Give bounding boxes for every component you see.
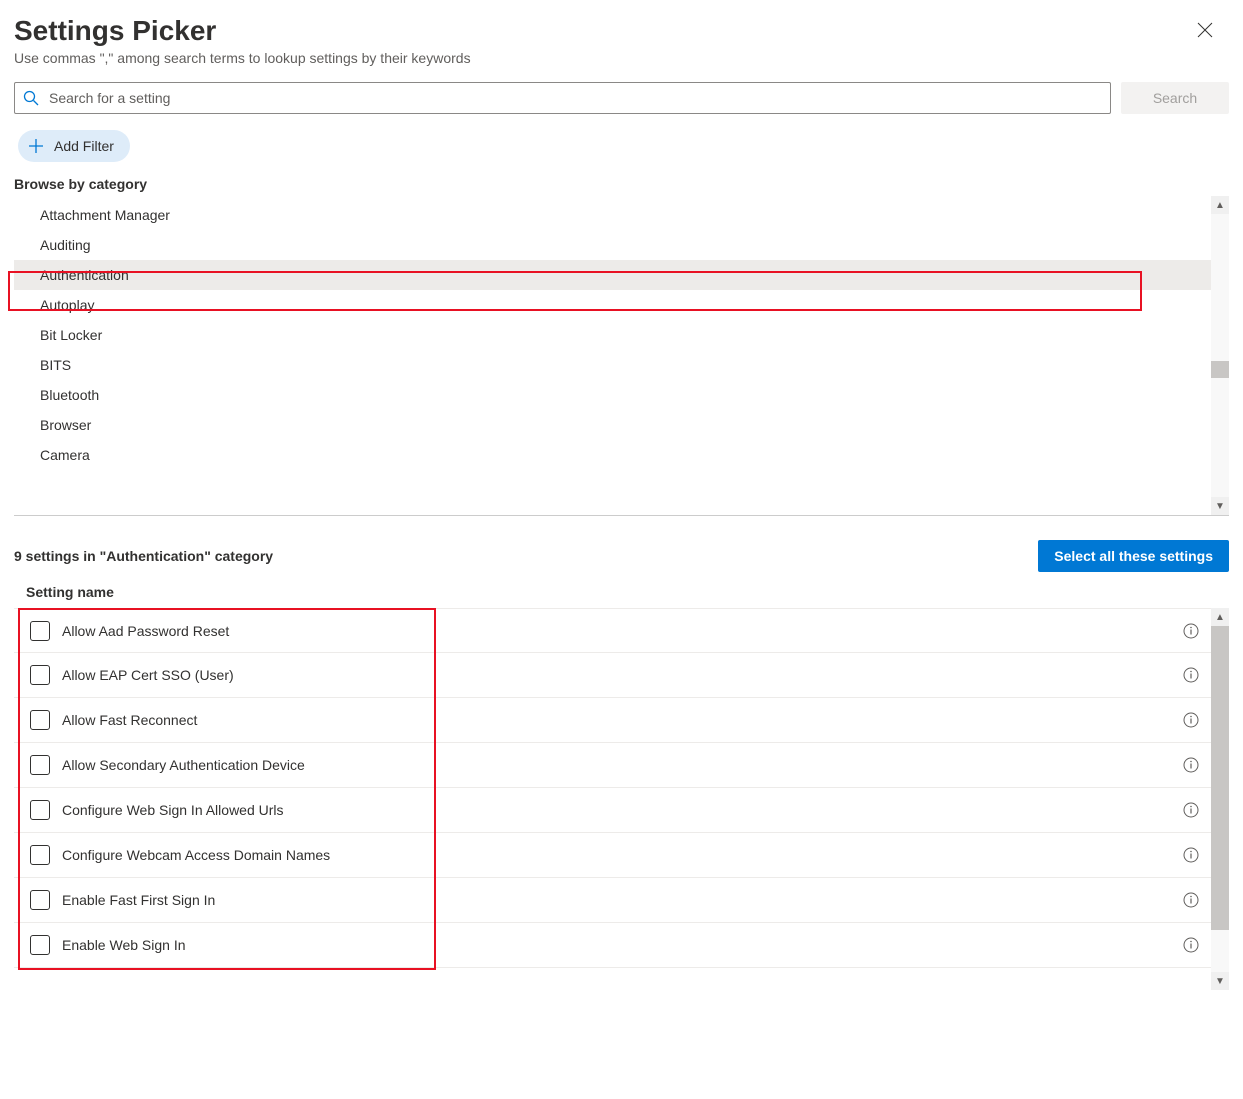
- close-icon[interactable]: [1197, 22, 1213, 38]
- setting-label: Allow EAP Cert SSO (User): [62, 667, 1183, 683]
- scroll-thumb[interactable]: [1211, 361, 1229, 378]
- info-icon[interactable]: [1183, 847, 1199, 863]
- info-icon[interactable]: [1183, 667, 1199, 683]
- search-icon: [23, 90, 39, 106]
- info-icon[interactable]: [1183, 623, 1199, 639]
- search-box[interactable]: [14, 82, 1111, 114]
- scroll-down-arrow-icon[interactable]: ▼: [1211, 972, 1229, 990]
- setting-row[interactable]: Allow Fast Reconnect: [14, 698, 1211, 743]
- settings-scrollbar[interactable]: ▲ ▼: [1211, 608, 1229, 990]
- scroll-track[interactable]: [1211, 214, 1229, 497]
- add-filter-button[interactable]: Add Filter: [18, 130, 130, 162]
- setting-checkbox[interactable]: [30, 665, 50, 685]
- scroll-track[interactable]: [1211, 626, 1229, 972]
- info-icon[interactable]: [1183, 757, 1199, 773]
- category-item[interactable]: Attachment Manager: [14, 200, 1211, 230]
- setting-label: Enable Web Sign In: [62, 937, 1183, 953]
- setting-name-column-header: Setting name: [14, 584, 1229, 600]
- setting-checkbox[interactable]: [30, 890, 50, 910]
- browse-by-category-label: Browse by category: [14, 176, 1229, 192]
- setting-checkbox[interactable]: [30, 935, 50, 955]
- setting-checkbox[interactable]: [30, 755, 50, 775]
- info-icon[interactable]: [1183, 802, 1199, 818]
- select-all-button[interactable]: Select all these settings: [1038, 540, 1229, 572]
- setting-label: Enable Fast First Sign In: [62, 892, 1183, 908]
- info-icon[interactable]: [1183, 937, 1199, 953]
- category-item[interactable]: Autoplay: [14, 290, 1211, 320]
- scroll-down-arrow-icon[interactable]: ▼: [1211, 497, 1229, 515]
- category-item[interactable]: Authentication: [14, 260, 1211, 290]
- setting-row[interactable]: Enable Fast First Sign In: [14, 878, 1211, 923]
- setting-checkbox[interactable]: [30, 621, 50, 641]
- scroll-up-arrow-icon[interactable]: ▲: [1211, 196, 1229, 214]
- category-item[interactable]: Auditing: [14, 230, 1211, 260]
- page-subtitle: Use commas "," among search terms to loo…: [14, 50, 1229, 66]
- category-item[interactable]: Camera: [14, 440, 1211, 470]
- setting-label: Configure Webcam Access Domain Names: [62, 847, 1183, 863]
- category-item[interactable]: Bluetooth: [14, 380, 1211, 410]
- setting-checkbox[interactable]: [30, 845, 50, 865]
- setting-row[interactable]: Allow EAP Cert SSO (User): [14, 653, 1211, 698]
- results-count-label: 9 settings in "Authentication" category: [14, 548, 273, 564]
- category-item[interactable]: Bit Locker: [14, 320, 1211, 350]
- plus-icon: [28, 138, 44, 154]
- scroll-thumb[interactable]: [1211, 626, 1229, 930]
- setting-row[interactable]: Configure Webcam Access Domain Names: [14, 833, 1211, 878]
- category-item[interactable]: BITS: [14, 350, 1211, 380]
- category-list: Attachment ManagerAuditingAuthentication…: [14, 196, 1211, 515]
- category-scrollbar[interactable]: ▲ ▼: [1211, 196, 1229, 515]
- setting-label: Configure Web Sign In Allowed Urls: [62, 802, 1183, 818]
- setting-label: Allow Aad Password Reset: [62, 623, 1183, 639]
- search-button[interactable]: Search: [1121, 82, 1229, 114]
- setting-row[interactable]: Allow Secondary Authentication Device: [14, 743, 1211, 788]
- page-title: Settings Picker: [14, 14, 216, 48]
- info-icon[interactable]: [1183, 892, 1199, 908]
- settings-list: Allow Aad Password Reset Allow EAP Cert S…: [14, 608, 1211, 990]
- category-item[interactable]: Browser: [14, 410, 1211, 440]
- scroll-up-arrow-icon[interactable]: ▲: [1211, 608, 1229, 626]
- setting-label: Allow Secondary Authentication Device: [62, 757, 1183, 773]
- setting-row[interactable]: Enable Web Sign In: [14, 923, 1211, 968]
- setting-row[interactable]: Configure Web Sign In Allowed Urls: [14, 788, 1211, 833]
- search-input[interactable]: [47, 84, 1102, 112]
- add-filter-label: Add Filter: [54, 138, 114, 154]
- setting-label: Allow Fast Reconnect: [62, 712, 1183, 728]
- setting-checkbox[interactable]: [30, 800, 50, 820]
- setting-checkbox[interactable]: [30, 710, 50, 730]
- info-icon[interactable]: [1183, 712, 1199, 728]
- setting-row[interactable]: Allow Aad Password Reset: [14, 608, 1211, 653]
